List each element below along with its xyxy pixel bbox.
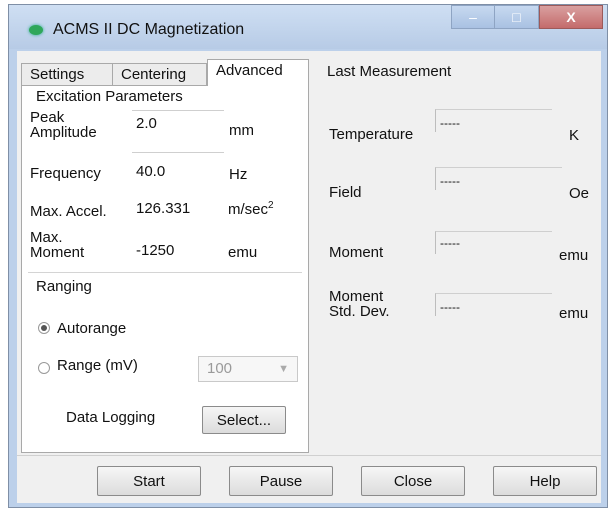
data-logging-select-button[interactable]: Select... <box>202 406 286 434</box>
field-value: ----- <box>440 174 460 188</box>
tab-centering[interactable]: Centering <box>112 63 207 85</box>
frequency-input[interactable]: 40.0 <box>132 152 224 180</box>
close-button[interactable]: Close <box>361 466 465 496</box>
moment-label: Moment <box>329 244 384 261</box>
ranging-group-title: Ranging <box>36 278 92 295</box>
last-measurement-panel: Last Measurement Temperature ----- K Fie… <box>311 51 601 453</box>
button-bar: Start Pause Close Help <box>17 455 601 504</box>
last-measurement-title: Last Measurement <box>327 63 452 80</box>
range-label[interactable]: Range (mV) <box>57 358 138 373</box>
field-unit: Oe <box>569 185 590 202</box>
peak-amplitude-input[interactable]: 2.0 <box>132 110 224 135</box>
excitation-group-title: Excitation Parameters <box>36 88 183 105</box>
max-moment-value: -1250 <box>136 242 175 259</box>
moment-std-label: Moment Std. Dev. <box>329 288 390 320</box>
pause-button[interactable]: Pause <box>229 466 333 496</box>
temperature-unit: K <box>569 127 580 144</box>
temperature-label: Temperature <box>329 126 414 143</box>
autorange-radio[interactable] <box>38 322 50 334</box>
max-accel-unit-exponent: 2 <box>268 200 274 211</box>
advanced-tab-panel: Excitation Parameters Peak Amplitude 2.0… <box>21 85 309 453</box>
start-button[interactable]: Start <box>97 466 201 496</box>
maximize-icon: □ <box>512 9 521 25</box>
max-accel-unit: m/sec2 <box>228 200 274 218</box>
frequency-label: Frequency <box>30 165 101 182</box>
moment-unit: emu <box>559 247 589 264</box>
range-select[interactable]: 100 ▼ <box>198 356 298 382</box>
max-accel-value: 126.331 <box>136 200 191 217</box>
frequency-unit: Hz <box>229 166 248 183</box>
close-icon: X <box>566 9 576 25</box>
close-window-button[interactable]: X <box>539 5 603 29</box>
peak-amplitude-value: 2.0 <box>136 115 157 132</box>
max-moment-label: Max. Moment <box>30 229 85 261</box>
window-title: ACMS II DC Magnetization <box>53 21 245 38</box>
temperature-field: ----- <box>435 109 552 132</box>
range-radio[interactable] <box>38 362 50 374</box>
ranging-separator <box>28 272 302 273</box>
temperature-value: ----- <box>440 116 460 130</box>
minimize-icon: – <box>469 9 477 25</box>
app-icon <box>29 25 43 35</box>
autorange-label[interactable]: Autorange <box>57 321 126 336</box>
peak-amplitude-unit: mm <box>229 122 254 139</box>
moment-value: ----- <box>440 236 460 250</box>
peak-amplitude-label: Peak Amplitude <box>30 109 97 141</box>
data-logging-label: Data Logging <box>66 409 156 426</box>
tab-advanced[interactable]: Advanced <box>207 59 309 86</box>
acms-window: ACMS II DC Magnetization – □ X Settings … <box>8 4 608 508</box>
maximize-button[interactable]: □ <box>495 5 539 29</box>
max-accel-label: Max. Accel. <box>30 203 107 220</box>
chevron-down-icon: ▼ <box>278 363 289 375</box>
moment-field: ----- <box>435 231 552 254</box>
dialog-client: Settings Centering Advanced Excitation P… <box>17 51 601 503</box>
title-bar[interactable]: ACMS II DC Magnetization – □ X <box>9 5 607 49</box>
moment-std-value: ----- <box>440 300 460 314</box>
tab-settings[interactable]: Settings <box>21 63 113 85</box>
moment-std-field: ----- <box>435 293 552 316</box>
field-field: ----- <box>435 167 562 190</box>
moment-std-unit: emu <box>559 305 589 322</box>
field-label: Field <box>329 184 362 201</box>
frequency-value: 40.0 <box>136 163 166 180</box>
max-moment-unit: emu <box>228 244 258 261</box>
range-select-value: 100 <box>207 360 233 377</box>
minimize-button[interactable]: – <box>451 5 495 29</box>
max-accel-unit-text: m/sec <box>228 201 269 218</box>
help-button[interactable]: Help <box>493 466 597 496</box>
